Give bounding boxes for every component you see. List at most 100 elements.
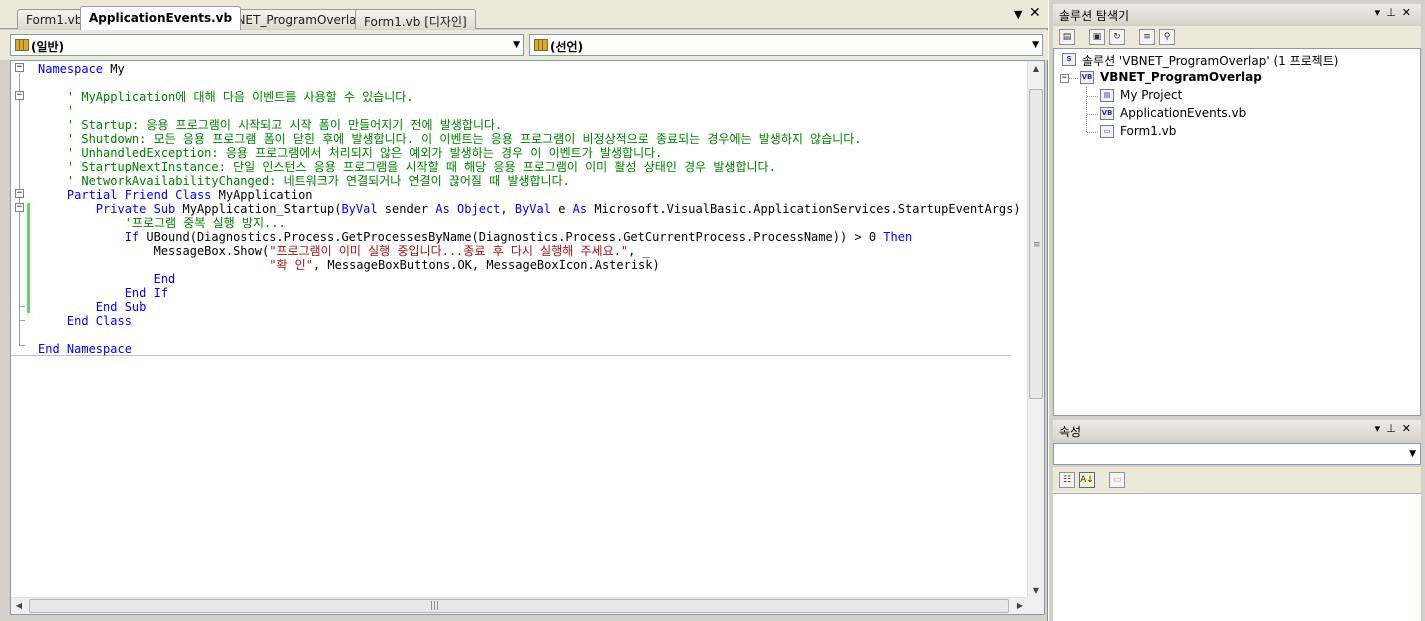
code-line[interactable]: Namespace My — [38, 62, 125, 76]
scroll-left-icon[interactable]: ◀ — [11, 598, 27, 614]
comment-token: ' StartupNextInstance: 단일 인스턴스 응용 프로그램을 … — [38, 160, 776, 174]
code-token: , — [500, 202, 515, 216]
method-name-dropdown[interactable]: (선언) ▼ — [529, 34, 1043, 56]
categorized-icon[interactable]: ☷ — [1059, 472, 1075, 488]
declarations-icon — [534, 39, 548, 51]
tab-form1-designer[interactable]: Form1.vb [디자인] — [355, 9, 476, 29]
chevron-down-icon[interactable]: ▼ — [1014, 8, 1022, 21]
tab-label: ApplicationEvents.vb — [89, 11, 233, 25]
code-line[interactable]: MessageBox.Show("프로그램이 이미 실행 중입니다...종료 후… — [38, 244, 650, 258]
pin-icon[interactable]: ⊥ — [1386, 422, 1402, 435]
code-token: Microsoft.VisualBasic.ApplicationService… — [587, 202, 1028, 216]
code-line[interactable]: ' NetworkAvailabilityChanged: 네트워크가 연결되거… — [38, 174, 570, 188]
solution-explorer-title: 솔루션 탐색기 — [1059, 9, 1130, 23]
solution-tree: S 솔루션 'VBNET_ProgramOverlap' (1 프로젝트) − … — [1053, 48, 1421, 416]
class-diagram-icon[interactable]: ⚲ — [1159, 29, 1175, 45]
properties-title: 속성 — [1059, 425, 1082, 439]
close-icon[interactable]: ✕ — [1029, 5, 1041, 21]
code-line[interactable]: ' MyApplication에 대해 다음 이벤트를 사용할 수 있습니다. — [38, 90, 414, 104]
refresh-icon[interactable]: ↻ — [1109, 29, 1125, 45]
scroll-right-icon[interactable]: ▶ — [1012, 598, 1028, 614]
code-text[interactable]: Namespace My ' MyApplication에 대해 다음 이벤트를… — [38, 61, 1028, 599]
chevron-down-icon[interactable]: ▾ — [1375, 422, 1387, 435]
keyword-token: End Namespace — [38, 342, 132, 356]
code-token: UBound(Diagnostics.Process.GetProcessesB… — [139, 230, 884, 244]
vertical-scroll-thumb[interactable]: ≡ — [1029, 89, 1043, 399]
properties-toolbar: ☷ A↓ ▭ — [1053, 467, 1421, 493]
show-all-files-icon[interactable]: ▣ — [1089, 29, 1105, 45]
properties-icon[interactable]: ▤ — [1059, 29, 1075, 45]
properties-title-bar[interactable]: 속성 ▾⊥✕ — [1053, 420, 1421, 440]
scroll-corner — [1027, 597, 1044, 614]
string-token: "프로그램이 이미 실행 중입니다...종료 후 다시 실행해 주세요." — [269, 244, 629, 258]
keyword-token: End If — [38, 286, 169, 300]
properties-object-dropdown[interactable]: ▼ — [1053, 443, 1421, 465]
pin-icon[interactable]: ⊥ — [1386, 6, 1402, 19]
editor-area: Form1.vb ApplicationEvents.vb VBNET_Prog… — [0, 0, 1048, 621]
collapse-project-icon[interactable]: − — [1060, 74, 1069, 83]
code-line[interactable]: '프로그램 중복 실행 방지... — [38, 216, 286, 230]
code-line[interactable]: End Class — [38, 314, 132, 328]
keyword-token: If — [38, 230, 140, 244]
code-line[interactable]: Private Sub MyApplication_Startup(ByVal … — [38, 202, 1028, 216]
alphabetical-icon[interactable]: A↓ — [1079, 472, 1095, 488]
code-line[interactable]: "확 인", MessageBoxButtons.OK, MessageBoxI… — [38, 258, 660, 272]
collapse-namespace-icon[interactable]: − — [15, 63, 24, 72]
keyword-token: ByVal — [341, 202, 378, 216]
code-line[interactable]: End — [38, 272, 176, 286]
keyword-token: End Class — [38, 314, 132, 328]
code-line[interactable]: End Sub — [38, 300, 147, 314]
code-line[interactable]: ' Startup: 응용 프로그램이 시작되고 시작 폼이 만들어지기 전에 … — [38, 118, 502, 132]
change-indicator-bar — [27, 203, 30, 313]
tab-application-events[interactable]: ApplicationEvents.vb — [80, 6, 242, 30]
method-name-value: (선언) — [550, 40, 584, 54]
scroll-up-icon[interactable]: ▲ — [1028, 61, 1044, 77]
code-line[interactable]: ' Shutdown: 모든 응용 프로그램 폼이 닫힌 후에 발생합니다. 이… — [38, 132, 862, 146]
chevron-down-icon: ▼ — [1409, 449, 1416, 459]
general-icon — [15, 39, 29, 51]
collapse-class-icon[interactable]: − — [15, 189, 24, 198]
close-icon[interactable]: ✕ — [1402, 422, 1417, 435]
code-token: MessageBox.Show( — [38, 244, 270, 258]
keyword-token: Then — [883, 230, 913, 244]
code-line[interactable]: End Namespace — [38, 342, 132, 356]
horizontal-scrollbar[interactable]: ◀ ||| ▶ — [11, 597, 1028, 614]
chevron-down-icon[interactable]: ▾ — [1375, 6, 1387, 19]
code-line[interactable]: If UBound(Diagnostics.Process.GetProcess… — [38, 230, 913, 244]
keyword-token: ByVal — [514, 202, 551, 216]
comment-token: ' Startup: 응용 프로그램이 시작되고 시작 폼이 만들어지기 전에 … — [38, 118, 503, 132]
comment-token: ' MyApplication에 대해 다음 이벤트를 사용할 수 있습니다. — [38, 90, 414, 104]
class-name-value: (일반) — [31, 40, 65, 54]
solution-explorer-title-bar[interactable]: 솔루션 탐색기 ▾⊥✕ — [1053, 4, 1421, 24]
code-line[interactable]: ' StartupNextInstance: 단일 인스턴스 응용 프로그램을 … — [38, 160, 776, 174]
code-token: MyApplication — [211, 188, 313, 202]
string-token: "확 인" — [38, 258, 313, 272]
tab-label: VBNET_ProgramOverlap — [220, 13, 365, 27]
tab-label: Form1.vb — [26, 13, 83, 27]
view-code-icon[interactable]: ≡ — [1139, 29, 1155, 45]
properties-grid — [1053, 493, 1421, 621]
chevron-down-icon: ▼ — [513, 40, 520, 50]
code-editor[interactable]: − − − − Namespace My ' MyApplication에 대해… — [10, 60, 1045, 615]
collapse-sub-icon[interactable]: − — [15, 203, 24, 212]
class-name-dropdown[interactable]: (일반) ▼ — [10, 34, 524, 56]
code-line[interactable]: Partial Friend Class MyApplication — [38, 188, 313, 202]
keyword-token: End — [38, 272, 176, 286]
vertical-scrollbar[interactable]: ▲ ≡ ▼ — [1027, 61, 1044, 599]
outline-margin: − − − − — [11, 61, 25, 599]
code-line[interactable]: ' UnhandledException: 응용 프로그램에서 처리되지 않은 … — [38, 146, 663, 160]
collapse-comment-icon[interactable]: − — [15, 91, 24, 100]
keyword-token: As — [572, 202, 588, 216]
tab-label: Form1.vb [디자인] — [364, 15, 467, 29]
tree-item-label: ApplicationEvents.vb — [1120, 106, 1247, 120]
horizontal-scroll-thumb[interactable]: ||| — [29, 599, 1009, 613]
code-line[interactable]: ' — [38, 104, 74, 118]
keyword-token: End Sub — [38, 300, 147, 314]
code-line[interactable]: End If — [38, 286, 168, 300]
solution-explorer-toolbar: ▤ ▣ ↻ ≡ ⚲ — [1053, 26, 1421, 48]
code-token: MyApplication_Startup( — [175, 202, 342, 216]
close-icon[interactable]: ✕ — [1402, 6, 1417, 19]
property-pages-icon[interactable]: ▭ — [1109, 472, 1125, 488]
vb-project-icon: VB — [1080, 71, 1094, 84]
solution-label: 솔루션 'VBNET_ProgramOverlap' (1 프로젝트) — [1082, 54, 1339, 68]
